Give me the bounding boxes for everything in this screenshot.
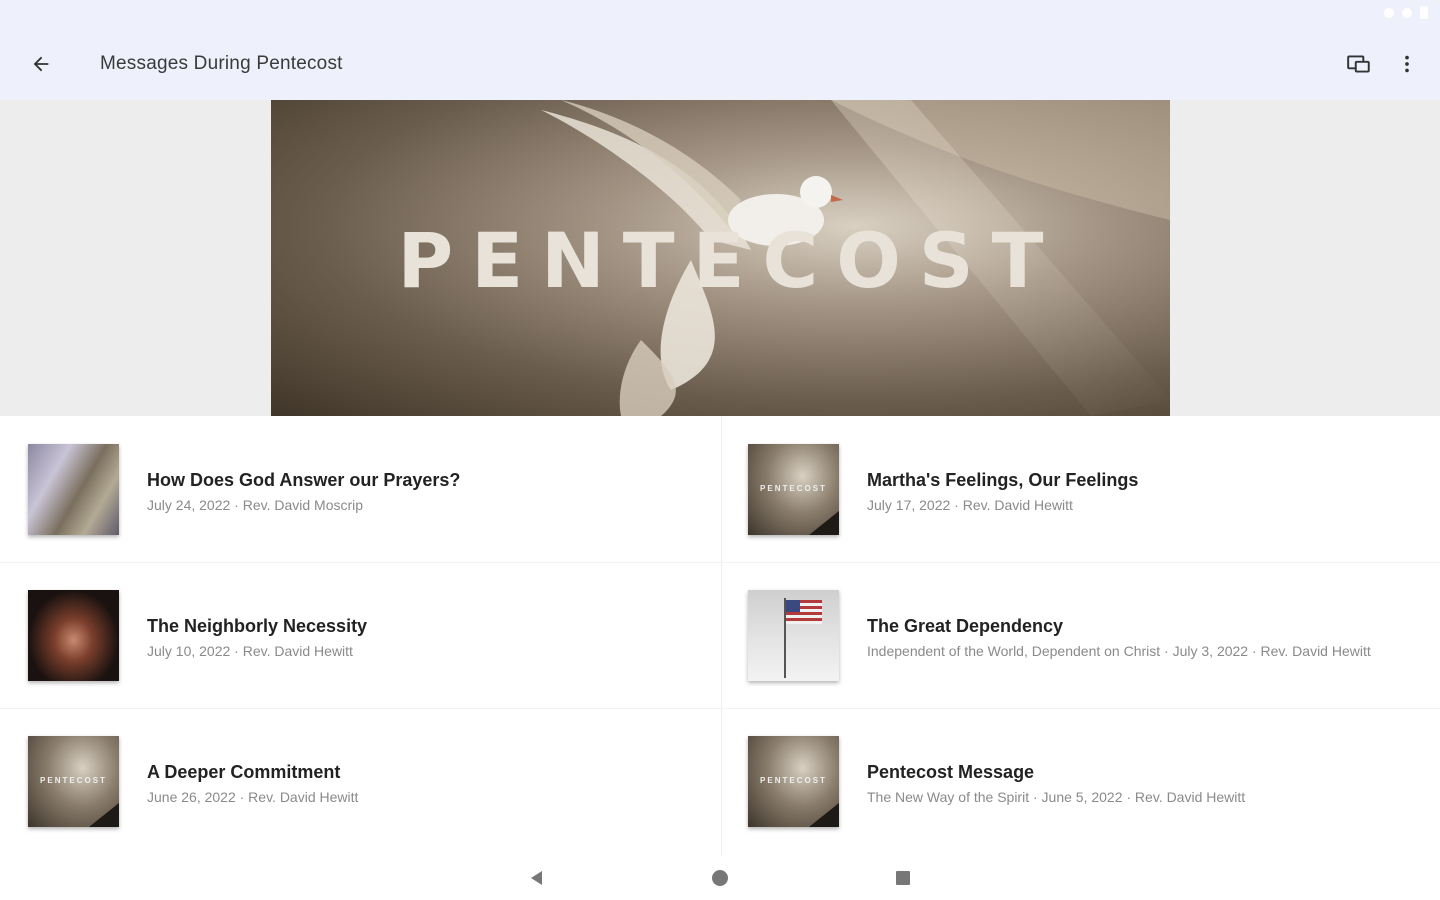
nav-back-button[interactable] <box>521 862 553 894</box>
system-nav-bar <box>0 856 1440 900</box>
back-arrow-icon <box>33 56 49 72</box>
signal-icon <box>1402 7 1412 18</box>
nav-home-button[interactable] <box>704 862 736 894</box>
status-icons <box>1384 6 1428 19</box>
list-item[interactable]: PENTECOST Pentecost Message The New Way … <box>720 708 1420 854</box>
battery-icon <box>1420 6 1428 19</box>
list-item[interactable]: The Neighborly Necessity July 10, 2022 ·… <box>0 562 700 708</box>
item-title: A Deeper Commitment <box>147 762 341 782</box>
item-title: Pentecost Message <box>867 762 1035 782</box>
item-title: The Great Dependency <box>867 616 1064 636</box>
item-title: The Neighborly Necessity <box>147 616 368 636</box>
wifi-icon <box>1384 7 1394 18</box>
list-item[interactable]: The Great Dependency Independent of the … <box>720 562 1420 708</box>
thumbnail-text: PENTECOST <box>760 484 827 493</box>
nav-home-icon <box>712 870 728 886</box>
item-subtitle: July 17, 2022 · Rev. David Hewitt <box>867 497 1073 513</box>
thumbnail-text: PENTECOST <box>40 776 107 785</box>
hero-title: PENTECOST <box>397 216 1062 305</box>
cast-button[interactable] <box>1340 45 1378 83</box>
thumbnail <box>748 590 839 681</box>
hero-banner: PENTECOST <box>271 100 1170 416</box>
item-subtitle: July 24, 2022 · Rev. David Moscrip <box>147 497 364 513</box>
thumbnail: PENTECOST <box>748 736 839 827</box>
thumbnail: PENTECOST <box>748 444 839 535</box>
status-bar <box>0 0 1440 28</box>
flag-shape <box>786 600 822 624</box>
thumbnail <box>28 590 119 681</box>
item-title: Martha's Feelings, Our Feelings <box>867 470 1139 490</box>
item-title: How Does God Answer our Prayers? <box>147 470 461 490</box>
list-item[interactable]: PENTECOST Martha's Feelings, Our Feeling… <box>720 416 1420 562</box>
item-subtitle: The New Way of the Spirit · June 5, 2022… <box>867 789 1246 805</box>
nav-back-icon <box>531 871 542 885</box>
hero-container: PENTECOST <box>0 100 1440 416</box>
thumbnail-shape <box>89 803 119 827</box>
thumbnail <box>28 444 119 535</box>
list-item[interactable]: How Does God Answer our Prayers? July 24… <box>0 416 700 562</box>
page-title: Messages During Pentecost <box>100 53 343 74</box>
nav-recents-icon <box>896 871 910 885</box>
app-bar: Messages During Pentecost <box>0 28 1440 100</box>
item-subtitle: June 26, 2022 · Rev. David Hewitt <box>147 789 359 805</box>
thumbnail-shape <box>809 511 839 535</box>
nav-recents-button[interactable] <box>887 862 919 894</box>
thumbnail: PENTECOST <box>28 736 119 827</box>
thumbnail-text: PENTECOST <box>760 776 827 785</box>
back-button[interactable] <box>22 45 60 83</box>
item-subtitle: July 10, 2022 · Rev. David Hewitt <box>147 643 353 659</box>
item-subtitle: Independent of the World, Dependent on C… <box>867 643 1371 659</box>
list-item[interactable]: PENTECOST A Deeper Commitment June 26, 2… <box>0 708 700 854</box>
more-options-button[interactable] <box>1388 45 1426 83</box>
message-list: How Does God Answer our Prayers? July 24… <box>0 416 1440 856</box>
cast-icon <box>1347 55 1370 73</box>
more-vert-icon <box>1405 55 1409 73</box>
thumbnail-shape <box>809 803 839 827</box>
